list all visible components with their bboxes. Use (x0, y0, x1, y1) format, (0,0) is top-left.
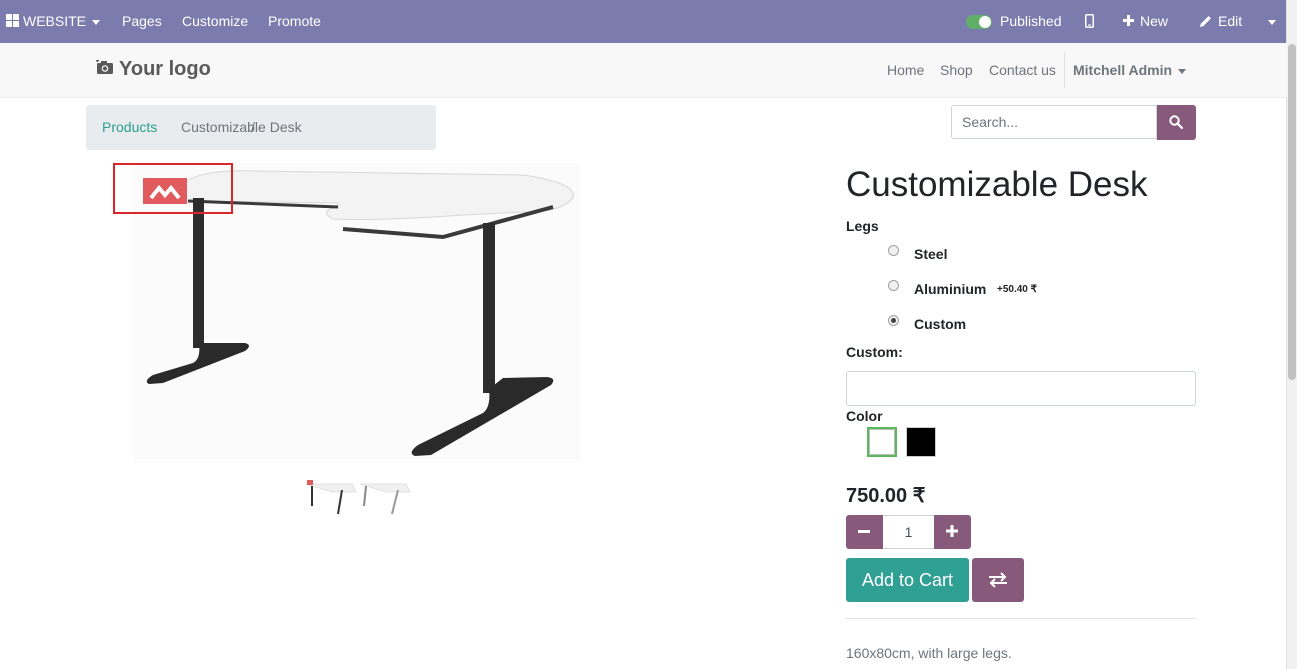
search-input[interactable] (951, 105, 1157, 139)
site-logo[interactable]: Your logo (96, 58, 211, 81)
minus-icon (858, 530, 870, 533)
color-swatch-black[interactable] (906, 427, 936, 457)
add-to-cart-button[interactable]: Add to Cart (846, 558, 969, 602)
published-label: Published (1000, 13, 1062, 29)
apps-grid-icon (6, 14, 19, 28)
quantity-increase-button[interactable] (934, 515, 971, 549)
more-dropdown-button[interactable] (1266, 0, 1276, 43)
menu-customize[interactable]: Customize (182, 0, 248, 43)
mobile-icon (1085, 13, 1094, 28)
price-extra-badge: +50.40 ₹ (997, 284, 1038, 295)
mobile-preview-button[interactable] (1085, 0, 1094, 43)
logo-text: Your logo (119, 58, 211, 80)
toggle-switch-icon (966, 15, 992, 30)
menu-pages[interactable]: Pages (122, 0, 162, 43)
new-label: New (1140, 13, 1169, 29)
product-price: 750.00 ₹ (846, 485, 926, 507)
plus-icon (946, 525, 958, 537)
option-label-custom: Custom (914, 316, 967, 332)
nav-home[interactable]: Home (887, 62, 924, 78)
scrollbar-thumb[interactable] (1288, 44, 1296, 380)
radio-custom[interactable] (888, 315, 899, 326)
color-swatch-white[interactable] (867, 427, 897, 457)
company-logo-icon (143, 178, 187, 204)
site-navbar: Your logo Home Shop Contact us Mitchell … (0, 43, 1287, 98)
custom-field-label: Custom: (846, 344, 903, 360)
user-name: Mitchell Admin (1073, 62, 1173, 78)
quantity-input[interactable]: 1 (883, 515, 934, 549)
breadcrumb-current: Customizable Desk (181, 119, 302, 135)
color-attribute-label: Color (846, 408, 883, 424)
user-menu[interactable]: Mitchell Admin (1073, 62, 1187, 78)
pencil-icon (1200, 15, 1211, 27)
edit-button[interactable]: Edit (1200, 0, 1242, 43)
product-image[interactable] (113, 163, 580, 463)
desk-thumbnail-image (305, 480, 411, 515)
website-editor-bar: WEBSITE Pages Customize Promote Publishe… (0, 0, 1287, 43)
plus-icon (1123, 15, 1134, 27)
option-label-steel: Steel (914, 246, 948, 262)
product-description: 160x80cm, with large legs. (846, 645, 1012, 661)
radio-steel[interactable] (888, 245, 899, 256)
page-scrollbar[interactable] (1286, 0, 1297, 669)
edit-label: Edit (1218, 13, 1243, 29)
product-thumbnail[interactable] (302, 478, 412, 518)
quantity-decrease-button[interactable] (846, 515, 883, 549)
new-button[interactable]: New (1123, 0, 1168, 43)
option-label-aluminium: Aluminium (914, 281, 987, 297)
chevron-down-icon (1268, 19, 1276, 25)
website-menu-button[interactable]: WEBSITE (6, 0, 101, 43)
chevron-down-icon (1178, 68, 1187, 74)
compare-button[interactable] (972, 558, 1024, 602)
published-toggle[interactable]: Published (966, 0, 1062, 43)
breadcrumb-products-link[interactable]: Products (102, 105, 157, 149)
divider (846, 618, 1196, 619)
radio-aluminium[interactable] (888, 280, 899, 291)
custom-value-input[interactable] (846, 371, 1196, 406)
nav-contact-us[interactable]: Contact us (989, 62, 1056, 78)
legs-attribute-label: Legs (846, 218, 879, 234)
chevron-down-icon (92, 19, 101, 25)
search-icon (1169, 115, 1183, 129)
camera-icon (96, 59, 113, 75)
menu-promote[interactable]: Promote (268, 0, 321, 43)
search-button[interactable] (1157, 105, 1196, 140)
website-menu-label: WEBSITE (23, 13, 87, 29)
exchange-icon (989, 572, 1007, 588)
nav-shop[interactable]: Shop (940, 62, 973, 78)
breadcrumb: Products / Customizable Desk (86, 105, 436, 150)
nav-divider (1064, 52, 1065, 88)
product-title: Customizable Desk (846, 165, 1148, 204)
